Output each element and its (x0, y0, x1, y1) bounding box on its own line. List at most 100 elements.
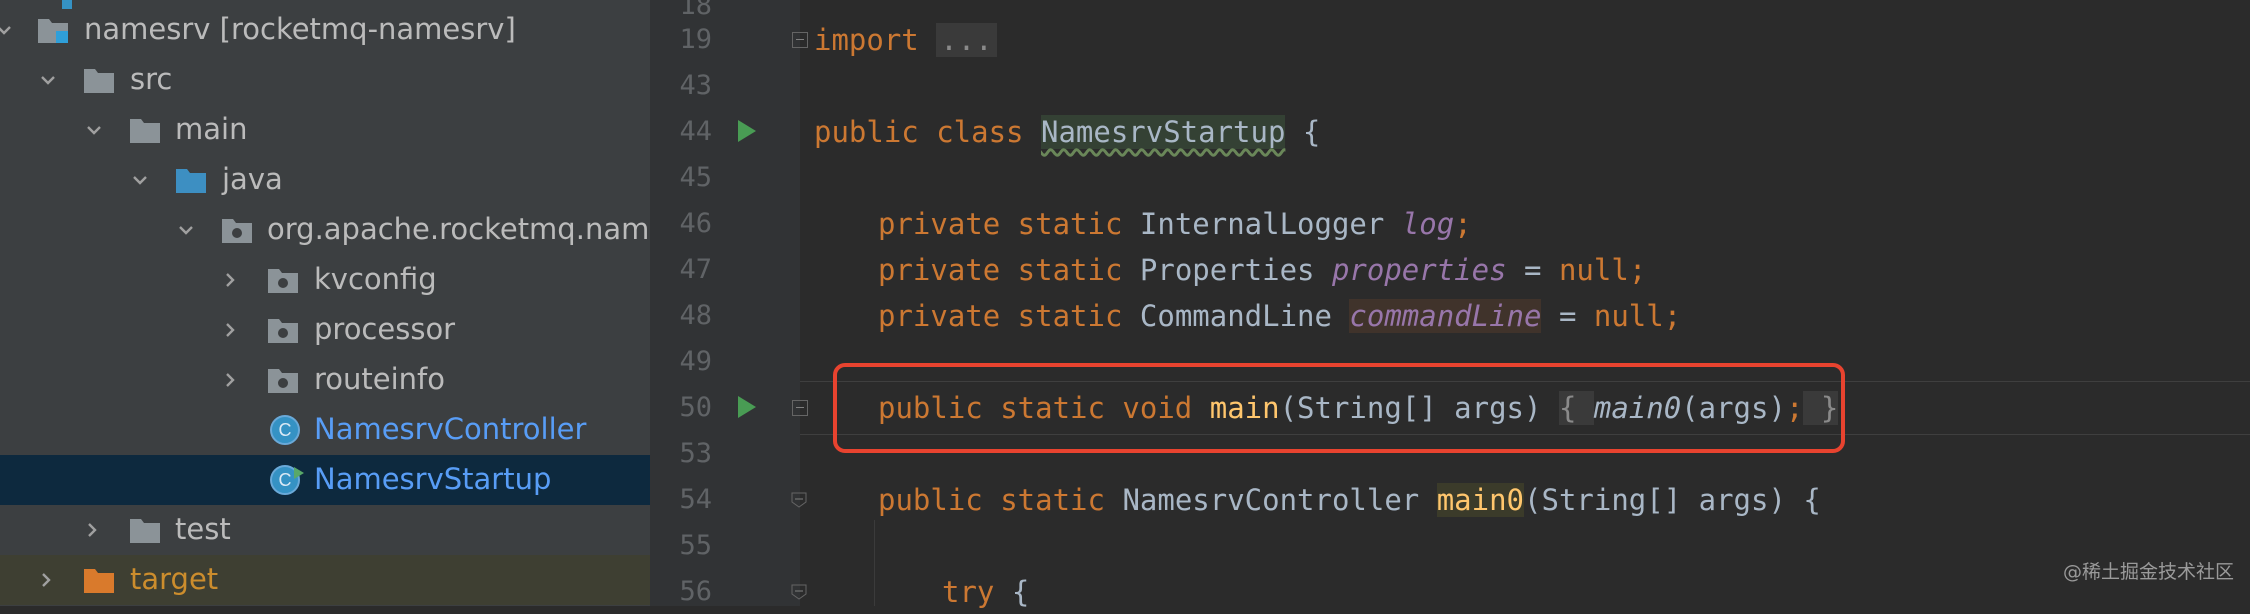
line-number: 56 (679, 576, 712, 607)
field-name: log (1401, 207, 1455, 241)
line-number: 54 (679, 484, 712, 515)
folded-region[interactable]: ... (936, 23, 997, 57)
code-text: ; (1663, 299, 1682, 333)
tree-item-label: NamesrvController (314, 412, 587, 446)
tree-item-label: routeinfo (314, 362, 446, 396)
line-number: 55 (679, 530, 712, 561)
tree-item-src[interactable]: src (0, 55, 650, 105)
tree-item-processor[interactable]: processor (0, 305, 650, 355)
line-number: 49 (679, 346, 712, 377)
package-icon (268, 319, 298, 343)
tree-item-namesrv-startup[interactable]: C NamesrvStartup (0, 455, 650, 505)
fold-expand-icon[interactable] (792, 32, 808, 48)
tree-item-label: src (130, 62, 173, 96)
type-name: CommandLine (1139, 299, 1350, 333)
keyword: private static (878, 207, 1140, 241)
runnable-class-icon: C (270, 465, 304, 495)
code-line-46[interactable]: private static InternalLogger log; (814, 202, 1472, 246)
code-line-56[interactable]: try { (814, 570, 1029, 614)
line-number: 43 (679, 70, 712, 101)
module-folder-icon (38, 19, 68, 43)
keyword: public class (814, 115, 1041, 149)
code-text: ; (1454, 207, 1472, 241)
tree-item-package-root[interactable]: org.apache.rocketmq.nam (0, 205, 650, 255)
project-tree: namesrv [rocketmq-namesrv] src main java… (0, 0, 650, 606)
chevron-down-icon[interactable] (0, 20, 14, 40)
tree-item-routeinfo[interactable]: routeinfo (0, 355, 650, 405)
line-number: 47 (679, 254, 712, 285)
chevron-down-icon[interactable] (130, 170, 150, 190)
type-name: NamesrvController (1122, 483, 1437, 517)
line-number: 18 (679, 0, 712, 21)
tree-item-label: processor (314, 312, 456, 346)
chevron-right-icon[interactable] (220, 370, 240, 390)
line-number: 46 (679, 208, 712, 239)
code-text: ; (1628, 253, 1647, 287)
code-line-54[interactable]: public static NamesrvController main0(St… (814, 478, 1821, 522)
tree-item-label: test (175, 512, 231, 546)
tree-item-main[interactable]: main (0, 105, 650, 155)
package-icon (222, 219, 252, 243)
field-name: properties (1331, 253, 1507, 287)
field-name: commandLine (1349, 299, 1542, 333)
watermark: @稀土掘金技术社区 (2062, 561, 2234, 583)
run-class-icon[interactable] (738, 120, 756, 142)
tree-item-label: main (175, 112, 248, 146)
tree-item-kvconfig[interactable]: kvconfig (0, 255, 650, 305)
code-text: { (1285, 115, 1321, 149)
chevron-right-icon[interactable] (220, 320, 240, 340)
fold-marker-icon[interactable] (791, 584, 807, 600)
folder-icon (130, 119, 160, 143)
keyword: private static (878, 299, 1140, 333)
chevron-right-icon[interactable] (220, 270, 240, 290)
method-name: main0 (1436, 483, 1525, 517)
code-line-47[interactable]: private static Properties properties = n… (814, 248, 1646, 292)
highlight-annotation-box (833, 363, 1845, 453)
line-number: 19 (679, 24, 712, 55)
keyword: import (814, 23, 919, 57)
folder-icon (130, 519, 160, 543)
tree-item-label: kvconfig (314, 262, 437, 296)
tree-item-module[interactable]: namesrv [rocketmq-namesrv] (0, 5, 650, 55)
code-text: = (1541, 299, 1594, 333)
class-name: NamesrvStartup (1040, 115, 1286, 149)
chevron-down-icon[interactable] (38, 70, 58, 90)
excluded-folder-icon (84, 569, 114, 593)
chevron-right-icon[interactable] (82, 520, 102, 540)
class-icon: C (270, 415, 300, 445)
package-icon (268, 369, 298, 393)
folder-icon (84, 69, 114, 93)
tree-item-label: org.apache.rocketmq.nam (267, 212, 650, 246)
source-folder-icon (176, 169, 206, 193)
code-text: (String[] args) { (1524, 483, 1821, 517)
chevron-right-icon[interactable] (36, 570, 56, 590)
fold-marker-icon[interactable] (791, 492, 807, 508)
chevron-down-icon[interactable] (84, 120, 104, 140)
tree-item-label: NamesrvStartup (314, 462, 552, 496)
keyword: private static (878, 253, 1140, 287)
code-line-44[interactable]: public class NamesrvStartup { (814, 110, 1320, 154)
code-text: = (1506, 253, 1559, 287)
line-number: 53 (679, 438, 712, 469)
tree-item-label: namesrv [rocketmq-namesrv] (84, 12, 516, 46)
literal: null (1558, 253, 1629, 287)
literal: null (1593, 299, 1664, 333)
tree-item-test[interactable]: test (0, 505, 650, 555)
tree-item-label: target (130, 562, 219, 596)
tree-item-java[interactable]: java (0, 155, 650, 205)
line-number: 48 (679, 300, 712, 331)
line-number: 50 (679, 392, 712, 423)
tree-item-target[interactable]: target (0, 555, 650, 605)
line-number: 45 (679, 162, 712, 193)
fold-collapse-icon[interactable] (792, 400, 808, 416)
keyword: public static (878, 483, 1123, 517)
package-icon (268, 269, 298, 293)
run-main-icon[interactable] (738, 396, 756, 418)
code-line-48[interactable]: private static CommandLine commandLine =… (814, 294, 1681, 338)
chevron-down-icon[interactable] (176, 220, 196, 240)
code-line-19[interactable]: import ... (814, 18, 997, 62)
type-name: Properties (1139, 253, 1332, 287)
line-number: 44 (679, 116, 712, 147)
tree-item-namesrv-controller[interactable]: C NamesrvController (0, 405, 650, 455)
code-text: { (994, 575, 1030, 609)
